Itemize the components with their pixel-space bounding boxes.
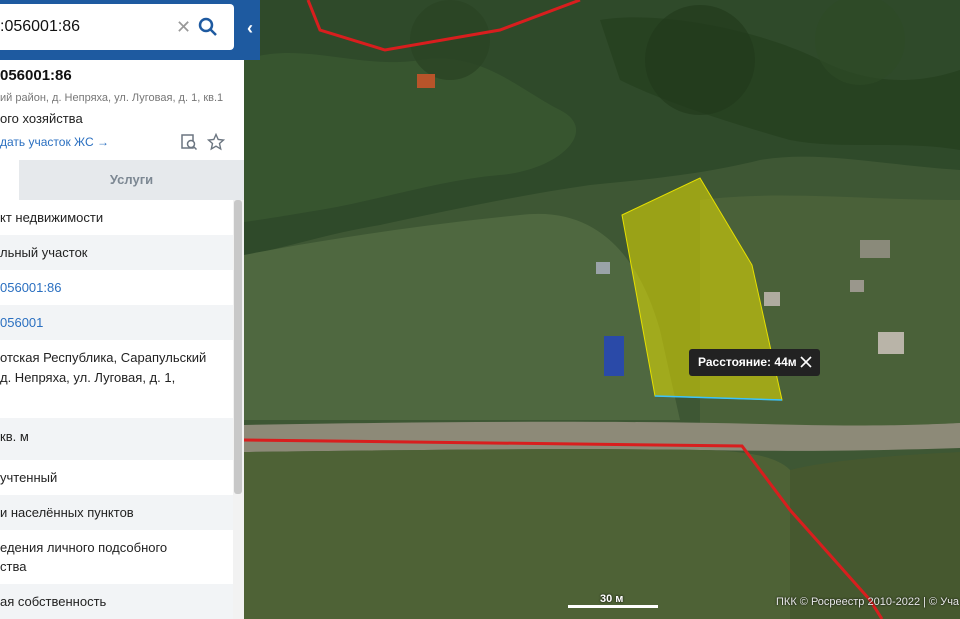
tab-services[interactable]: Услуги bbox=[19, 160, 244, 200]
scale-label: 30 м bbox=[600, 593, 624, 605]
row-value: ая собственность bbox=[0, 594, 107, 609]
list-item: отская Республика, Сарапульский д. Непря… bbox=[0, 340, 234, 418]
search-box[interactable]: :056001:86 ✕ bbox=[0, 4, 234, 50]
list-item: ая собственность bbox=[0, 584, 234, 619]
star-icon[interactable] bbox=[207, 133, 225, 151]
parcel-address: ий район, д. Непряха, ул. Луговая, д. 1,… bbox=[0, 92, 224, 104]
collapse-panel-button[interactable]: ‹ bbox=[244, 0, 260, 60]
close-icon[interactable] bbox=[800, 356, 812, 368]
tab-info[interactable] bbox=[0, 160, 19, 200]
search-bar: :056001:86 ✕ bbox=[0, 0, 244, 60]
row-value: д. Непряха, ул. Луговая, д. 1, bbox=[0, 370, 176, 385]
row-value: отская Республика, Сарапульский bbox=[0, 350, 207, 365]
cadastral-number-link[interactable]: 056001:86 bbox=[0, 278, 61, 297]
row-value: едения личного подсобного bbox=[0, 540, 168, 555]
row-value: учтенный bbox=[0, 470, 58, 485]
measure-label: Расстояние: 44м bbox=[698, 355, 797, 369]
scrollbar[interactable] bbox=[233, 200, 244, 619]
row-value: и населённых пунктов bbox=[0, 505, 134, 520]
info-panel: :056001:86 ✕ 056001:86 ий район, д. Непр… bbox=[0, 0, 244, 619]
sell-parcel-link[interactable]: дать участок ЖС → bbox=[0, 135, 109, 149]
search-input[interactable]: :056001:86 bbox=[0, 18, 80, 36]
parcel-use: ого хозяйства bbox=[0, 111, 83, 126]
map-search-icon[interactable] bbox=[180, 133, 198, 151]
row-value: кт недвижимости bbox=[0, 210, 104, 225]
list-item: льный участок bbox=[0, 235, 234, 270]
scale-bar bbox=[568, 605, 658, 608]
list-item: 056001 bbox=[0, 305, 234, 340]
parcel-title: 056001:86 bbox=[0, 67, 72, 84]
search-icon[interactable] bbox=[198, 17, 218, 37]
list-item: кт недвижимости bbox=[0, 200, 234, 235]
row-value: ства bbox=[0, 559, 27, 574]
measure-tooltip: Расстояние: 44м bbox=[689, 349, 820, 376]
list-item: учтенный bbox=[0, 460, 234, 495]
row-value: кв. м bbox=[0, 429, 29, 444]
cadastral-quarter-link[interactable]: 056001 bbox=[0, 313, 43, 332]
list-item: 056001:86 bbox=[0, 270, 234, 305]
tab-bar: Услуги bbox=[0, 160, 244, 200]
list-item: и населённых пунктов bbox=[0, 495, 234, 530]
scrollbar-thumb[interactable] bbox=[234, 200, 242, 494]
row-value: льный участок bbox=[0, 245, 88, 260]
chevron-left-icon: ‹ bbox=[247, 18, 253, 38]
list-item: едения личного подсобного ства bbox=[0, 530, 234, 584]
clear-icon[interactable]: ✕ bbox=[176, 17, 191, 37]
list-item: кв. м bbox=[0, 418, 234, 460]
map-attribution: ПКК © Росреестр 2010-2022 | © Уча bbox=[776, 596, 960, 608]
